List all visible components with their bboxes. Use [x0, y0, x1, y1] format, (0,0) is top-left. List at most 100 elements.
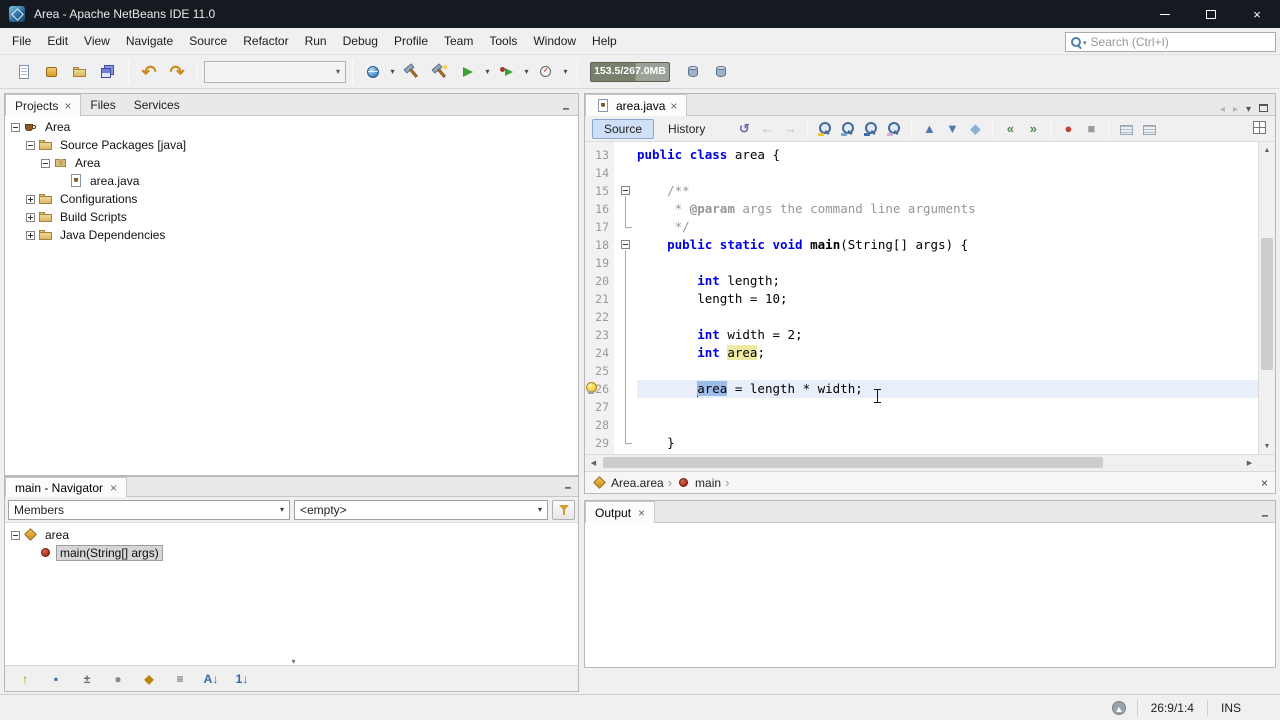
breadcrumb-main[interactable]: main — [676, 475, 721, 491]
sort-by-source-button[interactable]: 1↓ — [233, 670, 251, 688]
code-line-16[interactable]: 16 * @param args the command line argume… — [585, 200, 1258, 218]
navigator-filter-button[interactable] — [552, 499, 575, 520]
find-next-button[interactable] — [860, 118, 882, 140]
code-text[interactable]: public static void main(String[] args) { — [637, 236, 1258, 254]
code-line-27[interactable]: 27 — [585, 398, 1258, 416]
navigator-tree[interactable]: area main(String[] args) — [5, 523, 578, 665]
output-close-icon[interactable]: × — [638, 507, 645, 519]
breadcrumb-area-area[interactable]: Area.area — [592, 475, 664, 491]
menu-profile[interactable]: Profile — [386, 28, 436, 55]
editor-vertical-scrollbar[interactable]: ▲ ▼ — [1258, 142, 1275, 454]
code-line-21[interactable]: 21 length = 10; — [585, 290, 1258, 308]
new-project-button[interactable] — [38, 58, 66, 86]
line-number[interactable]: 23 — [585, 326, 614, 344]
line-number[interactable]: 24 — [585, 344, 614, 362]
code-text[interactable]: } — [637, 434, 1258, 452]
tree-toggle[interactable] — [41, 158, 50, 168]
code-line-18[interactable]: 18 public static void main(String[] args… — [585, 236, 1258, 254]
code-editor[interactable]: 13 public class area {14 15 /** 16 * @param… — [585, 142, 1275, 454]
menu-edit[interactable]: Edit — [39, 28, 76, 55]
memory-indicator[interactable]: 153.5/267.0MB — [590, 61, 670, 82]
redo-button[interactable]: ↷ — [163, 58, 191, 86]
members-combo[interactable]: Members ▾ — [8, 499, 290, 520]
line-number[interactable]: 19 — [585, 254, 614, 272]
code-line-25[interactable]: 25 — [585, 362, 1258, 380]
code-area[interactable]: 13 public class area {14 15 /** 16 * @param… — [585, 142, 1258, 454]
navigator-tab[interactable]: main - Navigator × — [5, 477, 128, 497]
line-number[interactable]: 26 — [585, 380, 614, 398]
show-fields-button[interactable]: ▪ — [47, 670, 65, 688]
menu-tools[interactable]: Tools — [481, 28, 525, 55]
project-node-area[interactable]: Area — [5, 154, 578, 172]
code-line-23[interactable]: 23 int width = 2; — [585, 326, 1258, 344]
line-number[interactable]: 14 — [585, 164, 614, 182]
tab-list-button[interactable]: ▾ — [1246, 104, 1251, 115]
tree-toggle[interactable] — [11, 122, 20, 132]
code-line-26[interactable]: 26 area = length * width; — [585, 380, 1258, 398]
show-inner-classes-button[interactable]: ◆ — [140, 670, 158, 688]
vertical-scrollbar-thumb[interactable] — [1261, 238, 1273, 370]
new-file-button[interactable] — [10, 58, 38, 86]
code-text[interactable] — [637, 308, 1258, 326]
code-text[interactable]: public class area { — [637, 146, 1258, 164]
gc-button-1[interactable] — [679, 58, 707, 86]
code-text[interactable] — [637, 164, 1258, 182]
sort-alphabetically-button[interactable]: A↓ — [202, 670, 220, 688]
toggle-bookmark-button[interactable]: ◆ — [964, 118, 986, 140]
code-text[interactable]: int length; — [637, 272, 1258, 290]
breadcrumb-close-icon[interactable]: × — [1261, 477, 1268, 489]
code-line-17[interactable]: 17 */ — [585, 218, 1258, 236]
code-text[interactable]: /** — [637, 182, 1258, 200]
fold-toggle[interactable] — [621, 240, 630, 249]
save-all-button[interactable] — [94, 58, 122, 86]
build-project-button[interactable] — [398, 58, 426, 86]
debug-project-button[interactable] — [493, 58, 521, 86]
find-previous-button[interactable] — [837, 118, 859, 140]
project-node-build-scripts[interactable]: Build Scripts — [5, 208, 578, 226]
tab-close-icon[interactable]: × — [670, 100, 677, 112]
back-button[interactable]: ← — [756, 118, 778, 140]
scroll-down-arrow[interactable]: ▼ — [1259, 438, 1275, 454]
output-minimize-button[interactable]: – — [1255, 508, 1275, 522]
line-number[interactable]: 25 — [585, 362, 614, 380]
gc-button-2[interactable] — [707, 58, 735, 86]
editor-horizontal-scrollbar[interactable]: ◀ ▶ — [585, 454, 1275, 471]
code-text[interactable]: int area; — [637, 344, 1258, 362]
menu-refactor[interactable]: Refactor — [235, 28, 296, 55]
code-line-29[interactable]: 29 } — [585, 434, 1258, 452]
project-node-source-packages-java[interactable]: Source Packages [java] — [5, 136, 578, 154]
line-number[interactable]: 18 — [585, 236, 614, 254]
configuration-combo[interactable]: ▾ — [204, 60, 346, 83]
tab-services[interactable]: Services — [125, 94, 189, 115]
menu-debug[interactable]: Debug — [335, 28, 386, 55]
panel-grip-icon[interactable]: ▾ — [292, 657, 296, 666]
menu-help[interactable]: Help — [584, 28, 625, 55]
notifications-icon[interactable] — [1111, 700, 1126, 715]
filter-combo[interactable]: <empty> ▾ — [294, 499, 548, 520]
hint-lightbulb-icon[interactable] — [585, 382, 597, 395]
line-number[interactable]: 15 — [585, 182, 614, 200]
start-macro-recording-button[interactable]: ● — [1057, 118, 1079, 140]
tab-close-icon[interactable]: × — [64, 100, 71, 112]
last-edit-button[interactable]: ↺ — [733, 118, 755, 140]
line-number[interactable]: 17 — [585, 218, 614, 236]
menu-window[interactable]: Window — [525, 28, 584, 55]
maximize-button[interactable] — [1188, 0, 1234, 28]
comment-button[interactable] — [1115, 118, 1137, 140]
profile-project-button[interactable] — [532, 58, 560, 86]
navigator-minimize-button[interactable]: – — [558, 480, 578, 494]
shift-line-right-button[interactable]: » — [1022, 118, 1044, 140]
code-line-28[interactable]: 28 — [585, 416, 1258, 434]
project-node-area-java[interactable]: area.java — [5, 172, 578, 190]
line-number[interactable]: 27 — [585, 398, 614, 416]
fold-toggle[interactable] — [621, 186, 630, 195]
run-project-dropdown[interactable]: ▾ — [482, 67, 493, 76]
tab-projects[interactable]: Projects × — [5, 94, 82, 116]
line-number[interactable]: 28 — [585, 416, 614, 434]
tree-toggle[interactable] — [26, 230, 35, 240]
code-line-19[interactable]: 19 — [585, 254, 1258, 272]
code-text[interactable] — [637, 398, 1258, 416]
tree-toggle[interactable] — [26, 194, 35, 204]
stop-macro-recording-button[interactable]: ■ — [1080, 118, 1102, 140]
navigator-close-icon[interactable]: × — [110, 482, 117, 494]
